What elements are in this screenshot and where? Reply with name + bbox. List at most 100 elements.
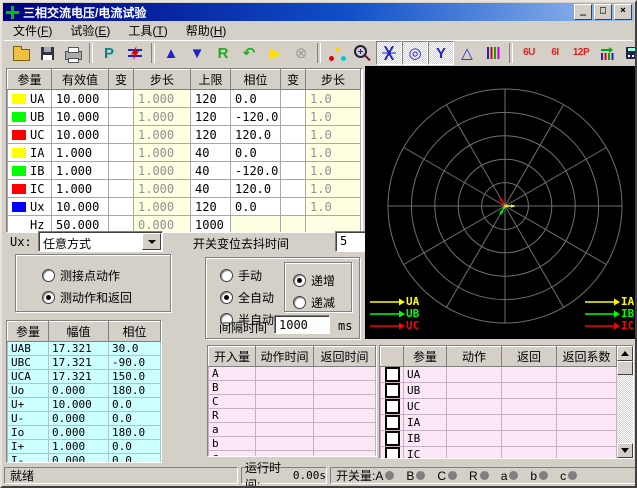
scroll-down-icon[interactable] xyxy=(617,443,633,458)
param-value-cell[interactable]: 1.000 xyxy=(52,180,109,198)
test-mode-radio[interactable] xyxy=(42,269,55,282)
param-value-cell[interactable]: 10.000 xyxy=(52,108,109,126)
vector-view-button[interactable] xyxy=(376,41,402,65)
y-connection-view-button[interactable]: Y xyxy=(428,41,454,65)
combo-dropdown-icon[interactable] xyxy=(142,233,161,250)
wiring-diagram-button[interactable] xyxy=(324,41,350,65)
calculator-button[interactable] xyxy=(620,41,637,65)
param-value-cell[interactable]: 10.000 xyxy=(52,198,109,216)
stop-button[interactable]: ⊗ xyxy=(288,41,314,65)
six-u-button[interactable]: 6U xyxy=(516,41,542,65)
param-step-cell[interactable]: 1.000 xyxy=(134,198,191,216)
menu-item-H[interactable]: 帮助(H) xyxy=(177,21,236,40)
param-phase_step-cell[interactable]: 1.0 xyxy=(306,108,361,126)
sequence-output-button[interactable] xyxy=(594,41,620,65)
param-step-cell[interactable]: 1.000 xyxy=(134,108,191,126)
param-chg2-cell[interactable] xyxy=(281,90,306,108)
auto-mode-option-1[interactable]: 手动 xyxy=(220,267,274,284)
step-down-button[interactable]: ▼ xyxy=(184,41,210,65)
interval-input[interactable]: 1000 xyxy=(274,315,330,334)
result-table-scrollbar[interactable] xyxy=(617,346,633,458)
param-chg-cell[interactable] xyxy=(109,144,134,162)
param-phase-cell[interactable]: 0.0 xyxy=(231,144,281,162)
param-phase_step-cell[interactable]: 1.0 xyxy=(306,198,361,216)
param-phase-cell[interactable]: -120.0 xyxy=(231,162,281,180)
param-value-cell[interactable]: 1.000 xyxy=(52,162,109,180)
auto-mode-radio[interactable] xyxy=(220,291,233,304)
menu-item-F[interactable]: 文件(F) xyxy=(4,21,61,40)
param-value-cell[interactable]: 1.000 xyxy=(52,144,109,162)
param-chg2-cell[interactable] xyxy=(281,126,306,144)
auto-mode-option-2[interactable]: 全自动 xyxy=(220,289,274,306)
delta-view-button[interactable]: △ xyxy=(454,41,480,65)
param-chg-cell[interactable] xyxy=(109,90,134,108)
trace-view-button[interactable]: ◎ xyxy=(402,41,428,65)
param-chg-cell[interactable] xyxy=(109,126,134,144)
menu-item-T[interactable]: 工具(T) xyxy=(119,21,176,40)
scroll-up-icon[interactable] xyxy=(617,346,633,361)
result-checkbox[interactable] xyxy=(385,399,400,414)
param-phase_step-cell[interactable]: 1.0 xyxy=(306,162,361,180)
param-step-cell[interactable]: 1.000 xyxy=(134,162,191,180)
direction-radio[interactable] xyxy=(293,296,306,309)
result-checkbox[interactable] xyxy=(385,415,400,430)
param-phase-cell[interactable]: -120.0 xyxy=(231,108,281,126)
menu-item-E[interactable]: 试验(E) xyxy=(61,21,119,40)
param-chg2-cell[interactable] xyxy=(281,108,306,126)
param-chg-cell[interactable] xyxy=(109,198,134,216)
param-phase_step-cell[interactable]: 1.0 xyxy=(306,180,361,198)
param-phase-cell[interactable]: 120.0 xyxy=(231,180,281,198)
direction-option-1[interactable]: 递增 xyxy=(293,272,351,289)
test-mode-option-2[interactable]: 测动作和返回 xyxy=(42,289,170,306)
direction-radio[interactable] xyxy=(293,274,306,287)
param-value-cell[interactable]: 10.000 xyxy=(52,90,109,108)
param-step-cell[interactable]: 1.000 xyxy=(134,144,191,162)
histogram-view-button[interactable] xyxy=(480,41,506,65)
param-step-cell[interactable]: 1.000 xyxy=(134,126,191,144)
undo-button[interactable]: ↶ xyxy=(236,41,262,65)
param-chg2-cell[interactable] xyxy=(281,144,306,162)
maximize-button[interactable]: □ xyxy=(594,4,612,20)
param-chg2-cell[interactable] xyxy=(281,180,306,198)
param-chg-cell[interactable] xyxy=(109,162,134,180)
minimize-button[interactable]: _ xyxy=(574,4,592,20)
result-checkbox[interactable] xyxy=(385,447,400,459)
param-phase-cell[interactable]: 0.0 xyxy=(231,198,281,216)
param-step-cell[interactable]: 1.000 xyxy=(134,180,191,198)
param-phase-cell[interactable]: 0.0 xyxy=(231,90,281,108)
param-phase_step-cell[interactable]: 1.0 xyxy=(306,144,361,162)
start-button[interactable]: ▶ xyxy=(262,41,288,65)
param-phase_step-cell[interactable]: 1.0 xyxy=(306,126,361,144)
open-button[interactable] xyxy=(8,41,34,65)
step-up-button[interactable]: ▲ xyxy=(158,41,184,65)
zoom-view-button[interactable] xyxy=(350,41,376,65)
param-phase-cell[interactable]: 120.0 xyxy=(231,126,281,144)
param-limit-cell[interactable]: 120 xyxy=(191,198,231,216)
fault-trigger-button[interactable] xyxy=(122,41,148,65)
param-limit-cell[interactable]: 40 xyxy=(191,180,231,198)
output-hold-button[interactable]: P xyxy=(96,41,122,65)
param-chg2-cell[interactable] xyxy=(281,216,306,234)
result-checkbox[interactable] xyxy=(385,367,400,382)
param-chg2-cell[interactable] xyxy=(281,198,306,216)
test-mode-radio[interactable] xyxy=(42,291,55,304)
close-button[interactable]: × xyxy=(614,4,632,20)
scroll-thumb[interactable] xyxy=(617,361,633,375)
param-chg2-cell[interactable] xyxy=(281,162,306,180)
save-button[interactable] xyxy=(34,41,60,65)
param-limit-cell[interactable]: 40 xyxy=(191,144,231,162)
direction-option-2[interactable]: 递减 xyxy=(293,294,351,311)
param-chg-cell[interactable] xyxy=(109,108,134,126)
param-limit-cell[interactable]: 120 xyxy=(191,126,231,144)
param-limit-cell[interactable]: 120 xyxy=(191,108,231,126)
auto-mode-radio[interactable] xyxy=(220,269,233,282)
param-limit-cell[interactable]: 40 xyxy=(191,162,231,180)
reset-button[interactable]: R xyxy=(210,41,236,65)
ux-mode-select[interactable]: 任意方式 xyxy=(38,231,163,252)
param-limit-cell[interactable]: 120 xyxy=(191,90,231,108)
param-chg-cell[interactable] xyxy=(109,180,134,198)
six-i-button[interactable]: 6I xyxy=(542,41,568,65)
result-checkbox[interactable] xyxy=(385,383,400,398)
param-limit-cell[interactable]: 1000 xyxy=(191,216,231,234)
twelve-p-button[interactable]: 12P xyxy=(568,41,594,65)
